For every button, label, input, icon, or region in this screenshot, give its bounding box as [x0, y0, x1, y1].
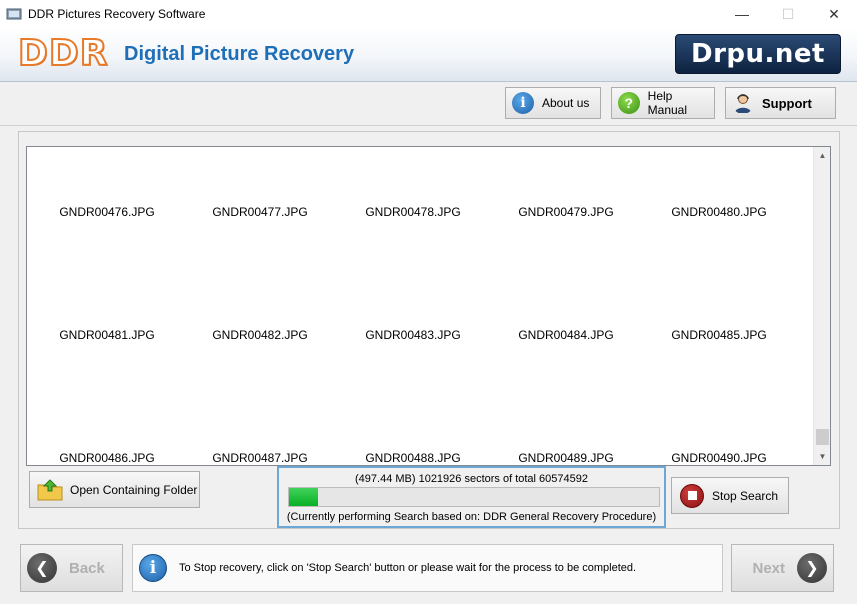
folder-icon [37, 478, 63, 500]
next-button[interactable]: Next ❯ [731, 544, 834, 592]
stop-search-button[interactable]: Stop Search [671, 477, 789, 514]
thumbnail-filename: GNDR00478.JPG [365, 205, 461, 219]
help-manual-button[interactable]: ? Help Manual [611, 87, 715, 119]
back-arrow-icon: ❮ [27, 553, 57, 583]
next-label: Next [752, 559, 785, 577]
app-name: Digital Picture Recovery [124, 43, 355, 65]
support-person-icon [735, 94, 751, 113]
back-button[interactable]: ❮ Back [20, 544, 123, 592]
thumbnail-filename: GNDR00476.JPG [59, 205, 155, 219]
about-button[interactable]: i About us [505, 87, 601, 119]
footer: ❮ Back i To Stop recovery, click on 'Sto… [0, 536, 857, 604]
next-arrow-icon: ❯ [797, 553, 827, 583]
thumbnail-item[interactable]: GNDR00477.JPG [185, 147, 335, 465]
photo-thumbnail[interactable] [52, 149, 162, 201]
open-folder-label: Open Containing Folder [70, 482, 198, 497]
info-icon: i [139, 554, 167, 582]
photo-thumbnail[interactable] [358, 149, 468, 201]
info-text: To Stop recovery, click on 'Stop Search'… [179, 562, 637, 574]
back-label: Back [69, 559, 105, 577]
stop-search-label: Stop Search [712, 488, 779, 503]
progress-bar [288, 487, 660, 507]
scroll-up-icon[interactable]: ▲ [814, 147, 830, 164]
drpu-logo[interactable]: Drpu.net [675, 34, 841, 74]
thumbnail-item[interactable]: GNDR00480.JPG [644, 147, 794, 465]
info-icon: i [512, 92, 534, 114]
window-controls: — ☐ ✕ [719, 0, 857, 28]
thumbnail-filename: GNDR00477.JPG [212, 205, 308, 219]
photo-thumbnail[interactable] [216, 149, 304, 201]
separator [0, 125, 857, 126]
photo-thumbnail[interactable] [540, 149, 592, 201]
progress-status: (Currently performing Search based on: D… [286, 511, 657, 523]
title-bar: DDR Pictures Recovery Software — ☐ ✕ [0, 0, 857, 28]
about-label: About us [542, 96, 590, 110]
ddr-logo: DDR [17, 32, 109, 75]
vertical-scrollbar[interactable]: ▲ ▼ [813, 147, 830, 465]
window-title: DDR Pictures Recovery Software [28, 7, 206, 21]
scrollbar-thumb[interactable] [816, 429, 829, 445]
question-icon: ? [618, 92, 640, 114]
progress-fill [289, 488, 319, 506]
progress-summary: (497.44 MB) 1021926 sectors of total 605… [355, 473, 588, 485]
info-message: i To Stop recovery, click on 'Stop Searc… [132, 544, 723, 592]
header-banner: DDR Digital Picture Recovery Drpu.net [0, 28, 857, 82]
close-button[interactable]: ✕ [811, 0, 857, 28]
minimize-button[interactable]: — [719, 0, 765, 28]
maximize-button[interactable]: ☐ [765, 0, 811, 28]
thumbnail-filename: GNDR00480.JPG [671, 205, 767, 219]
thumbnail-item[interactable]: GNDR00476.JPG [32, 147, 182, 465]
open-containing-folder-button[interactable]: Open Containing Folder [29, 471, 200, 508]
toolbar: i About us ? Help Manual Support [0, 87, 857, 121]
thumbnail-gallery[interactable]: GNDR00490.JPG GNDR00489.JPG GNDR00488.JPG G… [26, 146, 831, 466]
app-icon [6, 8, 22, 20]
support-label: Support [762, 95, 812, 111]
help-label: Help Manual [647, 89, 688, 117]
photo-thumbnail[interactable] [688, 149, 750, 201]
progress-panel: (497.44 MB) 1021926 sectors of total 605… [277, 466, 666, 528]
thumbnail-item[interactable]: GNDR00479.JPG [491, 147, 641, 465]
scroll-down-icon[interactable]: ▼ [814, 448, 830, 465]
stop-icon [680, 483, 704, 508]
thumbnail-item[interactable]: GNDR00478.JPG [338, 147, 488, 465]
thumbnail-filename: GNDR00479.JPG [518, 205, 614, 219]
support-button[interactable]: Support [725, 87, 836, 119]
